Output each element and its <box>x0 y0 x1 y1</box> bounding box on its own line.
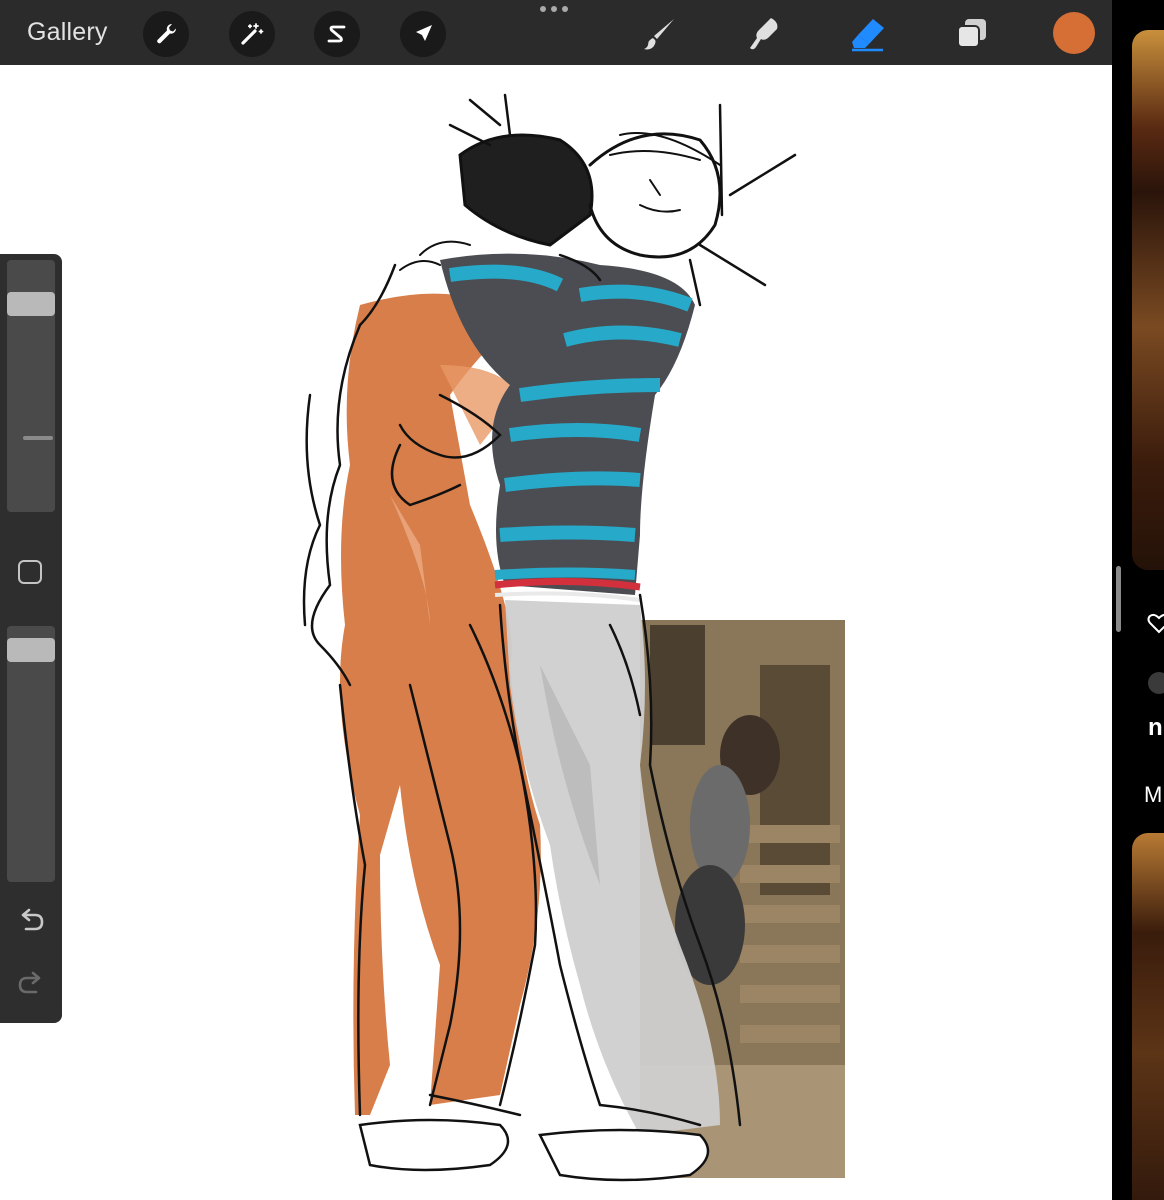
layers-button[interactable] <box>950 12 994 56</box>
gallery-button[interactable]: Gallery <box>27 18 108 47</box>
opacity-slider[interactable] <box>7 626 55 882</box>
transform-button[interactable] <box>400 11 446 57</box>
color-picker-button[interactable] <box>1053 12 1095 54</box>
adjustments-button[interactable] <box>229 11 275 57</box>
top-toolbar: Gallery <box>0 0 1112 65</box>
username-text: n <box>1148 714 1163 741</box>
selection-icon <box>327 25 346 43</box>
sketch-artwork <box>302 93 845 1182</box>
more-options-dots[interactable] <box>540 6 568 12</box>
brush-sidebar <box>0 254 62 1023</box>
brush-size-slider[interactable] <box>7 260 55 512</box>
caption-text: M <box>1144 782 1163 807</box>
opacity-handle[interactable] <box>7 637 55 662</box>
modify-square-icon[interactable] <box>18 560 42 584</box>
photo-thumbnail-2[interactable] <box>1132 833 1164 1200</box>
redo-icon[interactable] <box>16 969 46 1004</box>
magic-wand-icon <box>241 23 264 45</box>
smudge-tool-button[interactable] <box>742 12 786 56</box>
split-view-panel: n M <box>1112 0 1164 1200</box>
brush-tool-button[interactable] <box>638 12 682 56</box>
selection-button[interactable] <box>314 11 360 57</box>
slider-marker <box>23 436 53 440</box>
drawing-canvas[interactable] <box>0 65 1112 1200</box>
avatar[interactable] <box>1148 672 1164 694</box>
transform-arrow-icon <box>416 25 432 41</box>
wrench-icon <box>157 23 177 44</box>
undo-icon[interactable] <box>16 906 46 941</box>
heart-icon[interactable] <box>1146 610 1164 641</box>
eraser-icon <box>852 19 884 52</box>
photo-thumbnail[interactable] <box>1132 30 1164 570</box>
actions-button[interactable] <box>143 11 189 57</box>
brush-size-handle[interactable] <box>7 291 55 316</box>
smudge-icon <box>750 18 778 50</box>
layers-icon <box>957 19 986 48</box>
eraser-tool-button[interactable] <box>846 12 890 56</box>
split-view-divider[interactable] <box>1116 566 1121 632</box>
brush-icon <box>644 19 674 50</box>
